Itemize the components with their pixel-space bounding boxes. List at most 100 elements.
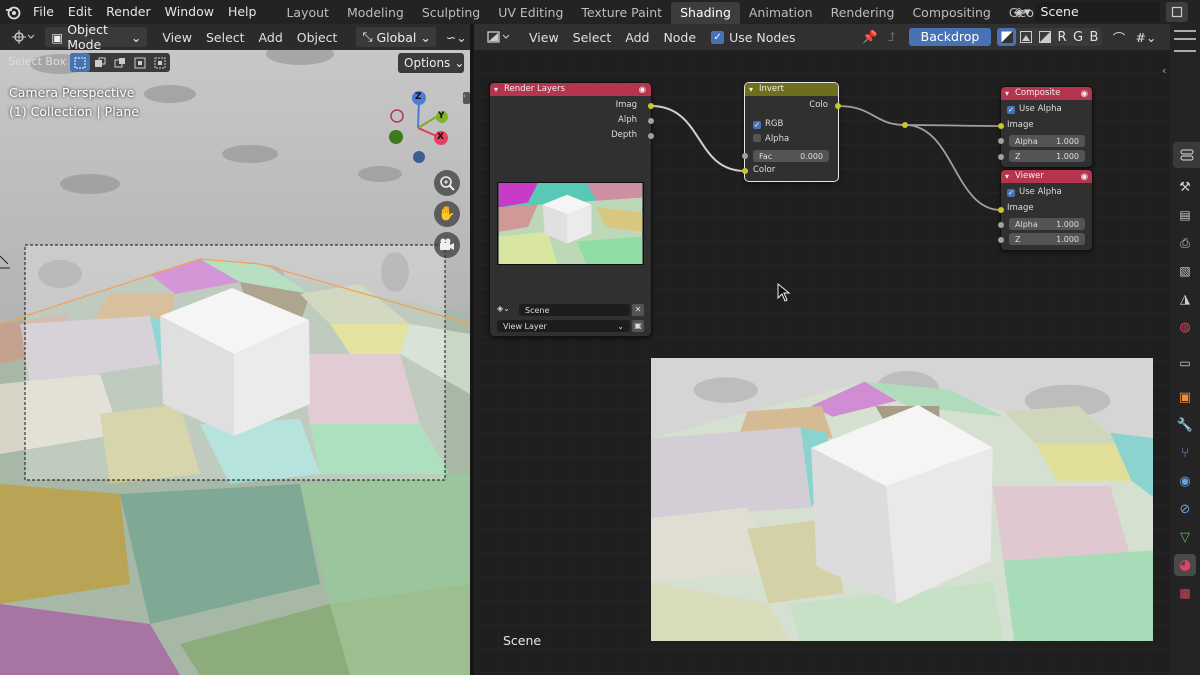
checkbox-checked-icon[interactable]: ✓ xyxy=(1007,189,1015,197)
constraints-icon[interactable]: ⊘ xyxy=(1174,498,1196,520)
scene-selector[interactable]: ◈▾ Scene xyxy=(1014,2,1160,22)
unlink-icon[interactable]: ✕ xyxy=(632,304,644,316)
composite-header[interactable]: Composite ◉ xyxy=(1001,87,1092,100)
tab-modeling[interactable]: Modeling xyxy=(338,2,413,24)
object-icon[interactable]: ▣ xyxy=(1174,386,1196,408)
tab-layout[interactable]: Layout xyxy=(277,2,338,24)
select-extend-icon[interactable] xyxy=(90,53,110,72)
select-intersect-icon[interactable] xyxy=(150,53,170,72)
scene-icon[interactable]: ◈⌄ xyxy=(497,304,517,316)
socket-image-out[interactable] xyxy=(648,103,654,109)
render-icon[interactable]: ◉ xyxy=(639,84,646,97)
socket-viewer-z-in[interactable] xyxy=(998,237,1004,243)
viewer-alpha-field[interactable]: Alpha 1.000 xyxy=(1009,218,1085,230)
zoom-icon[interactable] xyxy=(434,170,460,196)
viewport-menu-add[interactable]: Add xyxy=(252,30,290,45)
mode-dropdown[interactable]: ▣ Object Mode ⌄ xyxy=(45,24,148,52)
new-scene-icon[interactable] xyxy=(1166,2,1188,22)
composite-z-field[interactable]: Z 1.000 xyxy=(1009,150,1085,162)
editor-type-icon[interactable] xyxy=(8,27,37,47)
output-icon[interactable]: ⎙ xyxy=(1174,232,1196,254)
viewport-menu-select[interactable]: Select xyxy=(199,30,252,45)
checkbox-checked-icon[interactable]: ✓ xyxy=(753,121,761,129)
invert-rgb-checkbox[interactable]: ✓ RGB xyxy=(753,119,783,129)
blender-logo-icon[interactable] xyxy=(0,0,26,24)
render-icon[interactable]: ◉ xyxy=(1081,88,1088,101)
tab-animation[interactable]: Animation xyxy=(740,2,822,24)
render-layers-header[interactable]: Render Layers ◉ xyxy=(490,83,651,96)
socket-viewer-alpha-in[interactable] xyxy=(998,222,1004,228)
composite-alpha-field[interactable]: Alpha 1.000 xyxy=(1009,135,1085,147)
menu-window[interactable]: Window xyxy=(158,0,221,24)
tab-compositing[interactable]: Compositing xyxy=(903,2,999,24)
scene-icon[interactable]: ◮ xyxy=(1174,288,1196,310)
view-layer-icon[interactable]: ▧ xyxy=(1174,260,1196,282)
menu-file[interactable]: File xyxy=(26,0,61,24)
physics-icon[interactable]: ◉ xyxy=(1174,470,1196,492)
view-layer-field[interactable]: View Layer ⌄ xyxy=(497,320,630,332)
viewer-use-alpha[interactable]: ✓ Use Alpha xyxy=(1007,187,1062,197)
render-icon[interactable]: ◉ xyxy=(1081,171,1088,184)
render-layers-node[interactable]: Render Layers ◉ Imag Alph Depth ◈⌄ Scene… xyxy=(489,82,652,337)
invert-header[interactable]: Invert xyxy=(745,83,838,96)
render-layers-scene-field[interactable]: Scene xyxy=(519,304,630,316)
collection-icon[interactable]: ▭ xyxy=(1174,352,1196,374)
menu-help[interactable]: Help xyxy=(221,0,264,24)
invert-node[interactable]: Invert Colo ✓ RGB Alpha Fac 0.000 Color xyxy=(744,82,839,182)
socket-color-in[interactable] xyxy=(742,168,748,174)
invert-fac-field[interactable]: Fac 0.000 xyxy=(753,150,829,162)
viewport-menu-view[interactable]: View xyxy=(155,30,199,45)
socket-invert-color-out[interactable] xyxy=(835,103,841,109)
particles-icon[interactable]: ⑂ xyxy=(1174,442,1196,464)
properties-toggle-icon[interactable] xyxy=(1173,142,1200,168)
socket-viewer-image-in[interactable] xyxy=(998,207,1004,213)
socket-depth-out[interactable] xyxy=(648,133,654,139)
tab-rendering[interactable]: Rendering xyxy=(822,2,904,24)
3d-viewport[interactable]: ▣ Object Mode ⌄ View Select Add Object ⤡… xyxy=(0,24,470,675)
node-editor[interactable]: View Select Add Node ✓ Use Nodes 📌 ⮥ Bac… xyxy=(474,24,1170,675)
composite-node[interactable]: Composite ◉ ✓Use Alpha Image Alpha1.000 … xyxy=(1000,86,1093,168)
scene-name[interactable]: Scene xyxy=(1034,2,1160,22)
outliner-lines-icon[interactable] xyxy=(1174,42,1196,52)
tab-texture-paint[interactable]: Texture Paint xyxy=(572,2,671,24)
select-new-icon[interactable] xyxy=(70,53,90,72)
select-subtract-icon[interactable] xyxy=(110,53,130,72)
socket-composite-z-in[interactable] xyxy=(998,154,1004,160)
checkbox-unchecked-icon[interactable] xyxy=(753,134,761,142)
outliner-lines-icon[interactable] xyxy=(1174,30,1196,40)
data-icon[interactable]: ▽ xyxy=(1174,526,1196,548)
menu-edit[interactable]: Edit xyxy=(61,0,99,24)
orientation-dropdown[interactable]: ⤡ Global ⌄ xyxy=(356,27,437,47)
options-dropdown[interactable]: Options ⌄ xyxy=(398,53,464,73)
gizmo-neg-y-icon[interactable] xyxy=(389,130,403,144)
render-icon[interactable]: ▤ xyxy=(1174,204,1196,226)
camera-view-icon[interactable] xyxy=(434,232,460,258)
socket-fac-in[interactable] xyxy=(742,153,748,159)
select-invert-icon[interactable] xyxy=(130,53,150,72)
tab-uv-editing[interactable]: UV Editing xyxy=(489,2,572,24)
composite-use-alpha[interactable]: ✓ Use Alpha xyxy=(1007,104,1062,114)
tab-sculpting[interactable]: Sculpting xyxy=(413,2,489,24)
viewer-node[interactable]: Viewer ◉ ✓ Use Alpha Image Alpha 1.000 Z 1.… xyxy=(1000,169,1093,251)
viewport-menu-object[interactable]: Object xyxy=(290,30,345,45)
tool-icon[interactable]: ⚒ xyxy=(1174,176,1196,198)
texture-icon[interactable]: ▩ xyxy=(1174,582,1196,604)
gizmo-neg-x-icon[interactable] xyxy=(390,109,404,123)
viewer-header[interactable]: Viewer ◉ xyxy=(1001,170,1092,183)
tab-shading[interactable]: Shading xyxy=(671,2,740,24)
render-layer-icon[interactable]: ▣ xyxy=(632,320,644,332)
gizmo-neg-z-icon[interactable] xyxy=(413,151,425,163)
socket-composite-image-in[interactable] xyxy=(998,123,1004,129)
reroute-point[interactable] xyxy=(902,122,908,128)
menu-render[interactable]: Render xyxy=(99,0,158,24)
viewer-z-field[interactable]: Z 1.000 xyxy=(1009,233,1085,245)
invert-alpha-checkbox[interactable]: Alpha xyxy=(753,134,789,144)
checkbox-checked-icon[interactable]: ✓ xyxy=(1007,106,1015,114)
material-icon[interactable]: ◕ xyxy=(1174,554,1196,576)
modifier-icon[interactable]: 🔧 xyxy=(1174,414,1196,436)
world-icon[interactable]: ◍ xyxy=(1174,316,1196,338)
sidebar-toggle-icon[interactable]: ‹ xyxy=(463,92,470,104)
snap-icon[interactable]: ∽⌄ xyxy=(442,27,470,47)
socket-composite-alpha-in[interactable] xyxy=(998,138,1004,144)
socket-alpha-out[interactable] xyxy=(648,118,654,124)
